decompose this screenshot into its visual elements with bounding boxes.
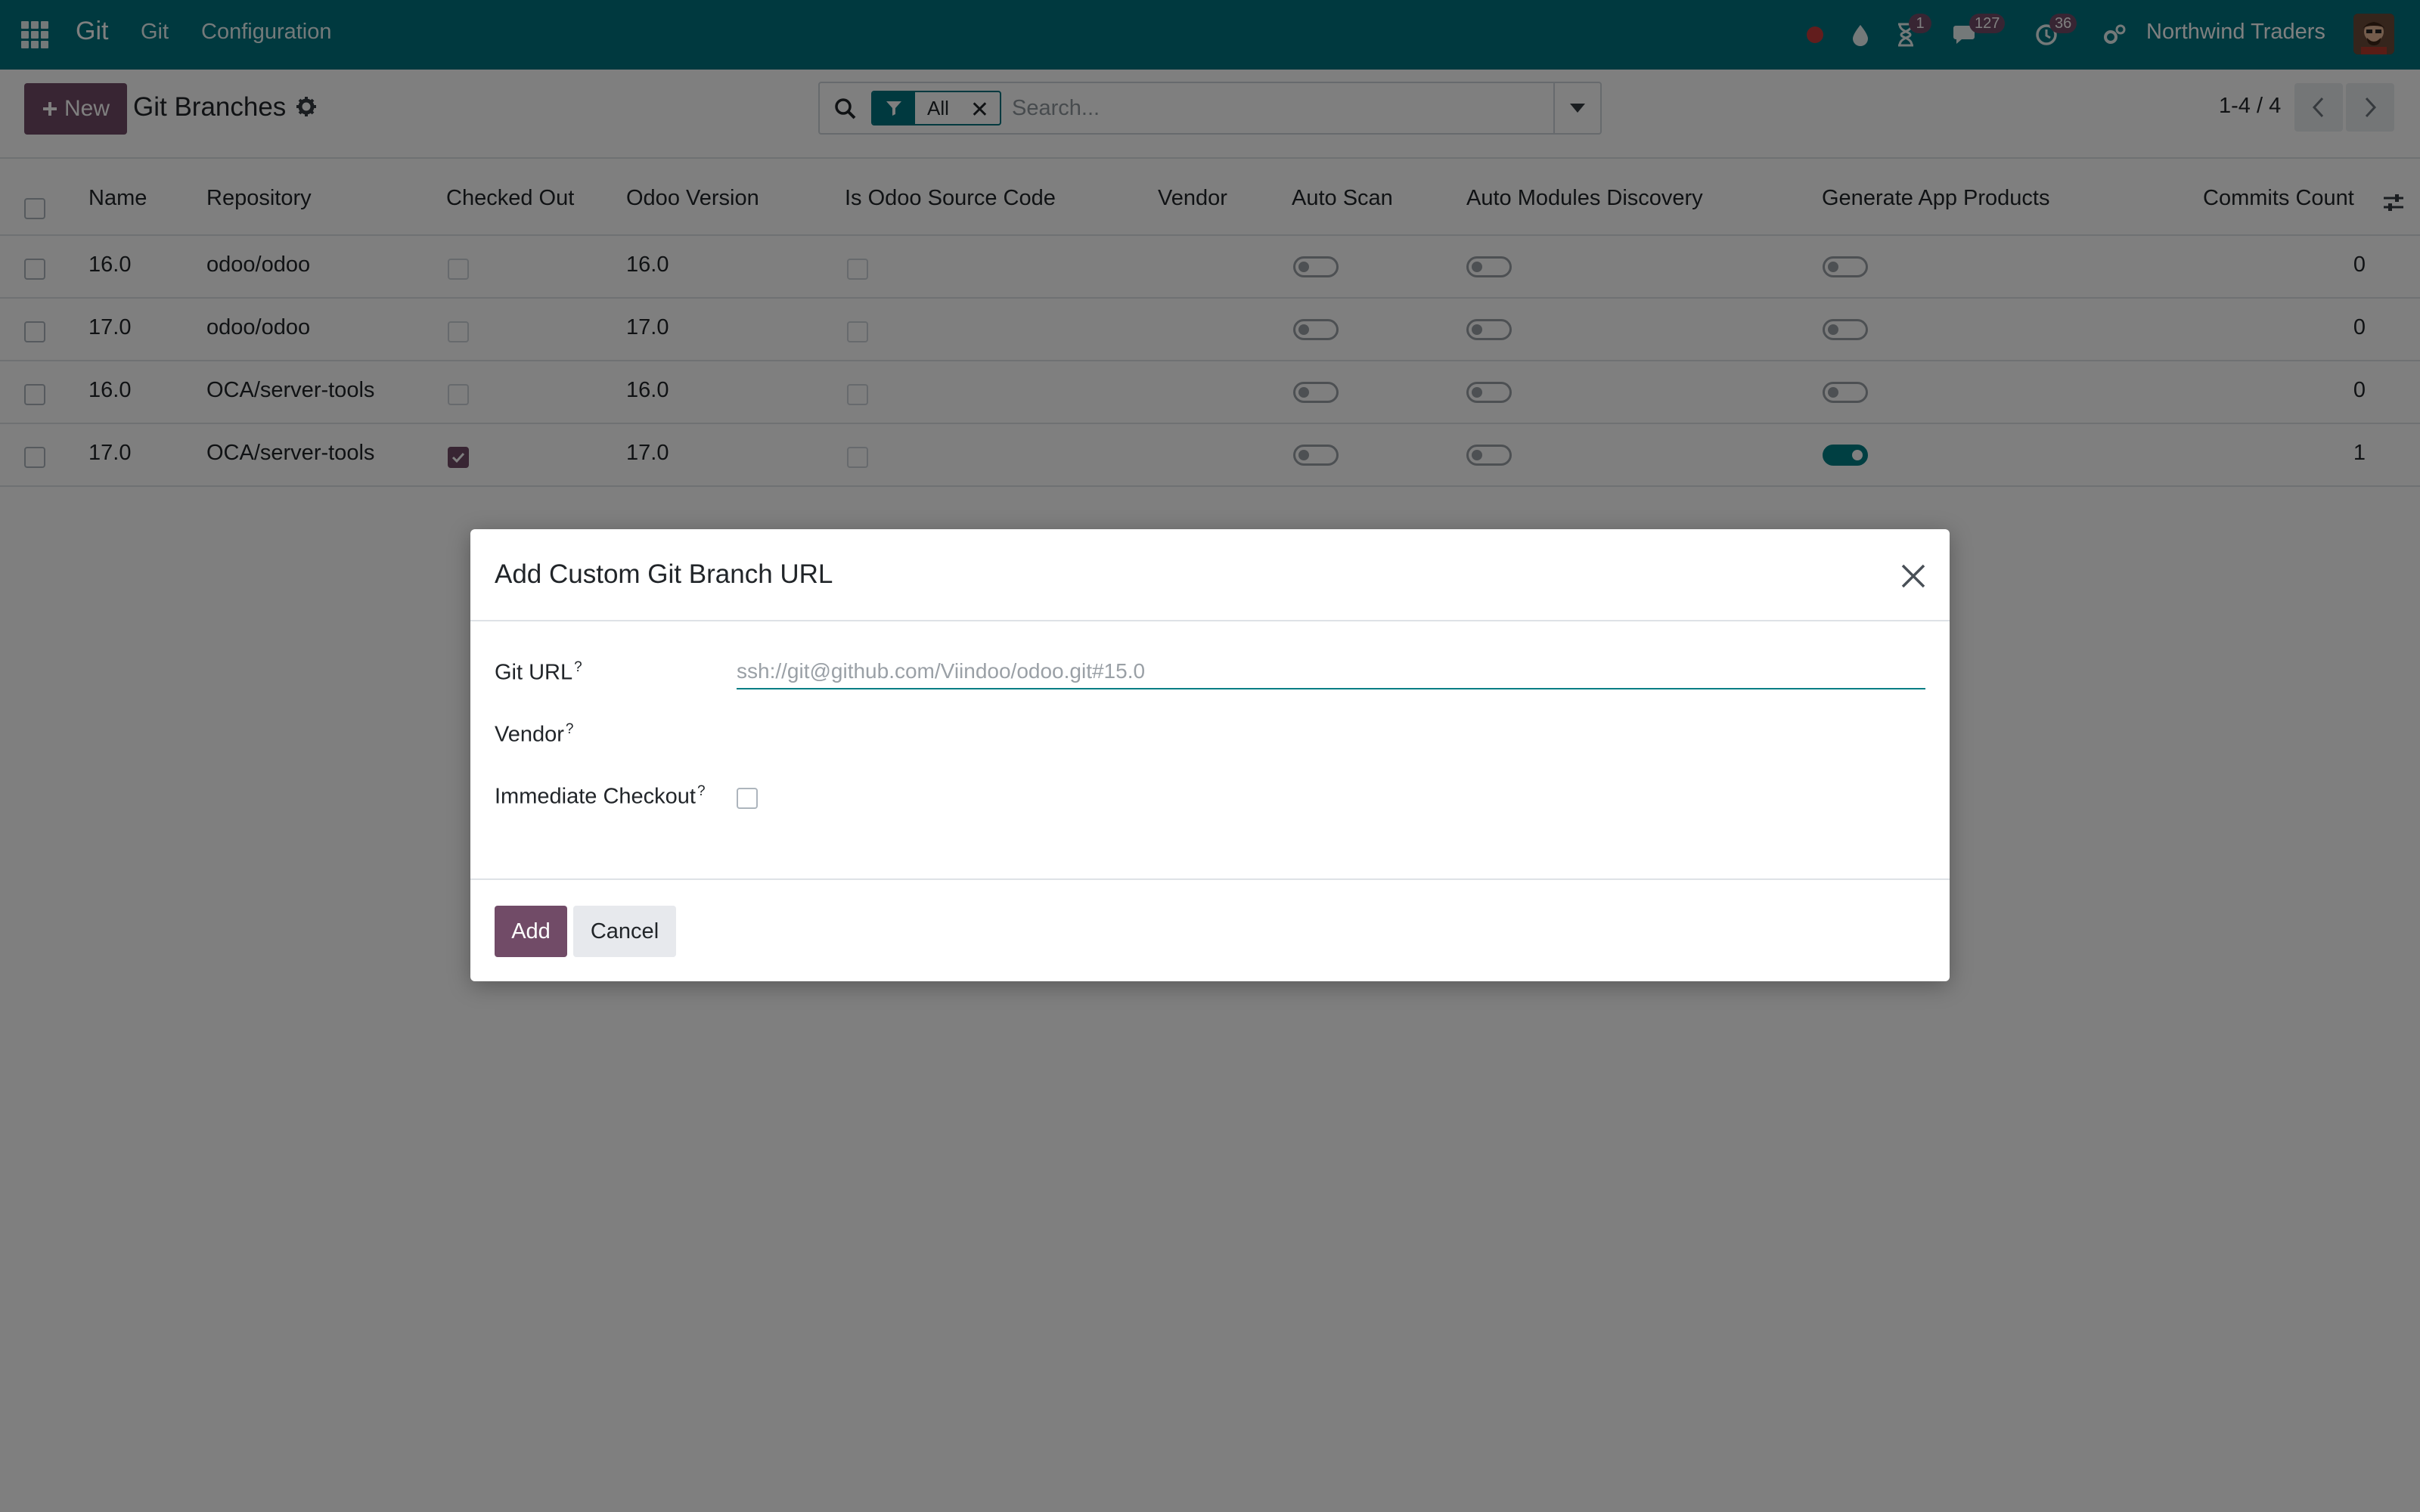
dialog-title: Add Custom Git Branch URL <box>495 559 833 589</box>
cancel-button[interactable]: Cancel <box>573 906 676 957</box>
add-git-branch-dialog: Add Custom Git Branch URL Git URL? Vendo… <box>470 529 1950 981</box>
git-url-label: Git URL? <box>495 659 582 686</box>
add-button[interactable]: Add <box>495 906 567 957</box>
git-url-label-text: Git URL <box>495 660 573 685</box>
dialog-header: Add Custom Git Branch URL <box>470 529 1950 621</box>
immediate-checkout-label-text: Immediate Checkout <box>495 784 696 809</box>
vendor-help[interactable]: ? <box>566 721 574 737</box>
close-icon[interactable] <box>1898 561 1928 591</box>
git-url-help[interactable]: ? <box>574 659 582 675</box>
dialog-footer: Add Cancel <box>470 878 1950 981</box>
vendor-label-text: Vendor <box>495 722 564 747</box>
immediate-checkout-checkbox[interactable] <box>737 788 758 809</box>
immediate-checkout-label: Immediate Checkout? <box>495 783 706 810</box>
git-url-input[interactable] <box>737 655 1925 689</box>
immediate-checkout-help[interactable]: ? <box>697 783 706 799</box>
vendor-label: Vendor? <box>495 721 574 748</box>
